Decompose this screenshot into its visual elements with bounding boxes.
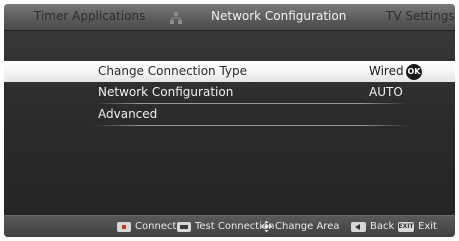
menu-item-label: Network Configuration xyxy=(98,85,234,99)
menu-item-network-configuration[interactable]: Network Configuration AUTO xyxy=(4,82,455,103)
red-key-icon xyxy=(117,222,131,232)
ok-button-icon[interactable]: OK xyxy=(406,64,422,80)
help-bar: Connect Test Connection Change Area Back… xyxy=(4,215,455,237)
hint-connect[interactable]: Connect xyxy=(117,221,176,233)
menu-item-advanced[interactable]: Advanced xyxy=(4,104,455,125)
tab-network-configuration[interactable]: Network Configuration xyxy=(211,9,346,24)
back-key-icon xyxy=(351,222,366,232)
green-key-icon xyxy=(177,222,191,232)
menu-item-value: AUTO xyxy=(369,85,403,99)
tab-divider xyxy=(4,30,455,31)
menu-item-value: Wired xyxy=(369,64,404,78)
hint-exit[interactable]: EXIT Exit xyxy=(398,221,437,233)
tab-tv-settings[interactable]: TV Settings xyxy=(386,9,455,24)
menu-item-label: Advanced xyxy=(98,107,158,121)
tv-menu-screen: Timer Applications Network Configuration… xyxy=(4,4,455,237)
tab-timer-applications[interactable]: Timer Applications xyxy=(34,9,145,24)
top-tab-bar: Timer Applications Network Configuration… xyxy=(4,4,455,30)
dpad-icon xyxy=(260,220,273,233)
hint-back-label: Back xyxy=(370,221,395,232)
row-separator xyxy=(94,125,408,126)
menu-item-label: Change Connection Type xyxy=(98,64,248,78)
network-settings-icon xyxy=(170,12,182,24)
hint-exit-label: Exit xyxy=(418,221,437,232)
hint-change-area[interactable]: Change Area xyxy=(260,220,340,233)
hint-connect-label: Connect xyxy=(135,221,177,232)
hint-change-area-label: Change Area xyxy=(275,221,340,232)
menu-item-change-connection-type[interactable]: Change Connection Type Wired OK xyxy=(4,61,455,82)
hint-back[interactable]: Back xyxy=(351,221,394,233)
exit-key-icon: EXIT xyxy=(398,222,414,232)
